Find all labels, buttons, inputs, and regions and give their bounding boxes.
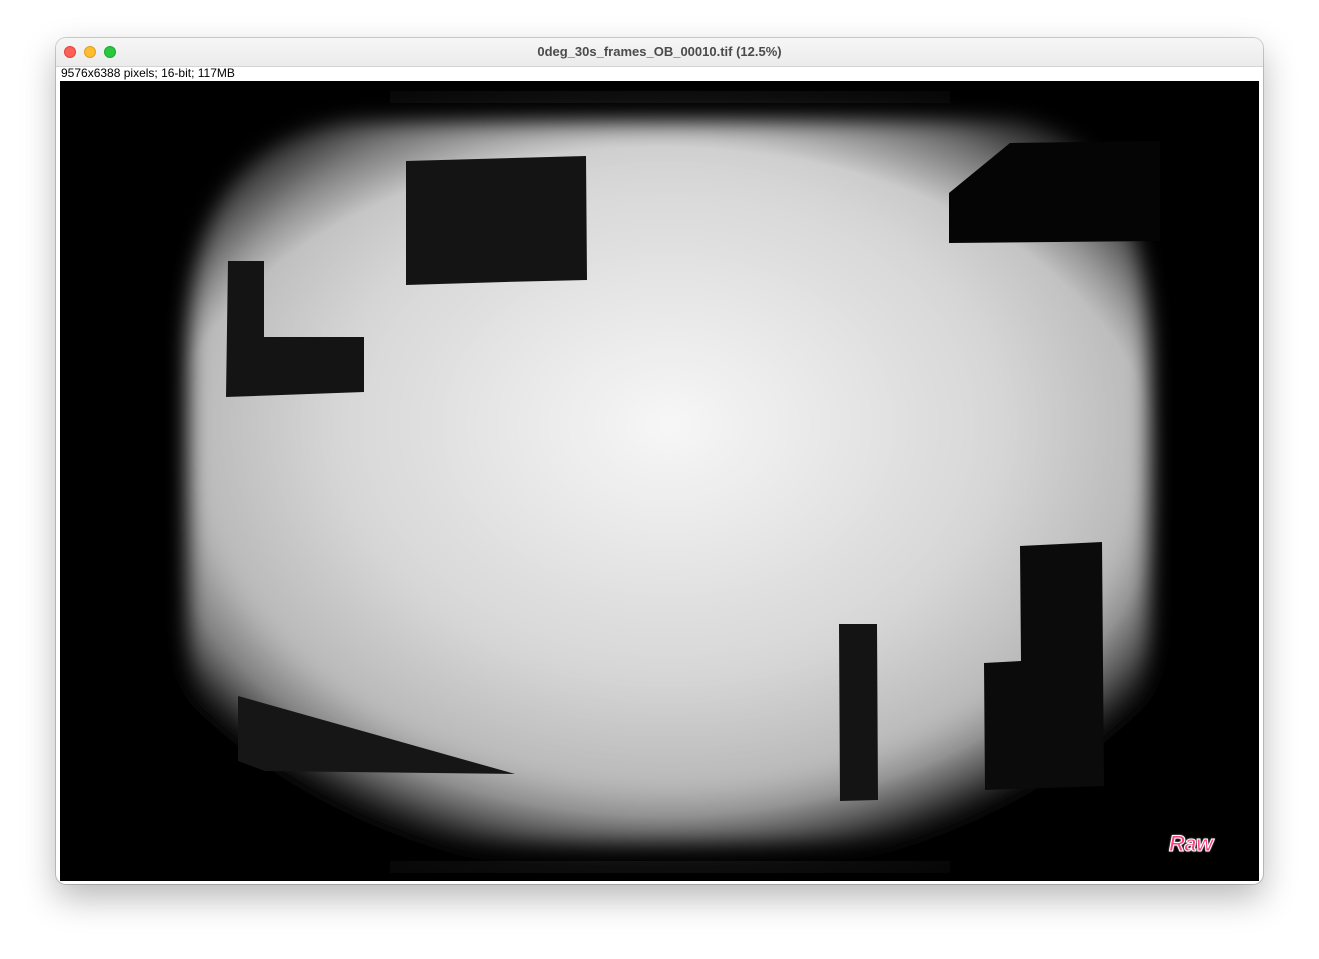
image-display: [60, 81, 1259, 881]
image-window: 0deg_30s_frames_OB_00010.tif (12.5%) 957…: [56, 38, 1263, 884]
title-bar[interactable]: 0deg_30s_frames_OB_00010.tif (12.5%): [56, 38, 1263, 67]
window-title: 0deg_30s_frames_OB_00010.tif (12.5%): [537, 44, 782, 59]
raw-mode-badge: Raw: [1169, 831, 1214, 857]
image-canvas[interactable]: Raw: [60, 81, 1259, 881]
dark-bar-bottom-center: [839, 624, 878, 801]
dark-block-top-left: [406, 156, 587, 285]
image-info-label: 9576x6388 pixels; 16-bit; 117MB: [61, 66, 235, 80]
